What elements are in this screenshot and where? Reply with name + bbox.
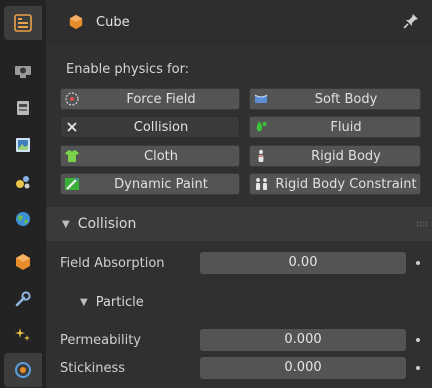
permeability-field[interactable]: 0.000	[200, 329, 406, 351]
tab-tool[interactable]	[4, 6, 42, 40]
keyframe-dot-icon[interactable]	[416, 338, 420, 342]
collapse-triangle-icon: ▼	[80, 296, 88, 308]
soft-body-icon	[254, 94, 268, 103]
enable-physics-label: Enable physics for:	[66, 62, 190, 77]
tab-output[interactable]	[4, 91, 42, 125]
force-field-button[interactable]: Force Field	[60, 88, 240, 110]
remove-x-icon	[67, 122, 77, 132]
tab-world[interactable]	[4, 202, 42, 236]
rigid-body-constraint-icon	[255, 178, 268, 190]
tab-physics[interactable]	[4, 353, 42, 387]
keyframe-dot-icon[interactable]	[416, 366, 420, 370]
object-cube-icon	[16, 254, 30, 270]
tab-object[interactable]	[4, 245, 42, 279]
output-icon	[17, 101, 29, 115]
editor-type-icon	[14, 14, 32, 32]
soft-body-button[interactable]: Soft Body	[249, 88, 421, 110]
field-absorption-label: Field Absorption	[60, 255, 165, 271]
cloth-shirt-icon	[65, 150, 79, 162]
permeability-row: Permeability 0.000	[46, 327, 432, 353]
cloth-button[interactable]: Cloth	[60, 145, 240, 167]
panel-header: Cube	[46, 0, 432, 44]
collision-section-title: Collision	[77, 216, 137, 232]
field-absorption-field[interactable]: 0.00	[200, 252, 406, 274]
view-layer-icon	[16, 138, 30, 152]
dynamic-paint-brush-icon	[65, 178, 79, 190]
pin-icon[interactable]	[402, 12, 420, 30]
force-field-icon	[65, 92, 79, 106]
object-cube-icon	[69, 14, 83, 30]
rigid-body-constraint-button[interactable]: Rigid Body Constraint	[249, 173, 421, 195]
object-name: Cube	[96, 14, 130, 30]
particle-subsection-title: Particle	[95, 294, 144, 310]
rigid-body-button[interactable]: Rigid Body	[249, 145, 421, 167]
fluid-button[interactable]: Fluid	[249, 116, 421, 138]
particle-subsection-header[interactable]: ▼ Particle	[46, 285, 432, 319]
drag-handle-icon[interactable]	[416, 221, 428, 227]
stickiness-row: Stickiness 0.000	[46, 355, 432, 381]
tab-particles[interactable]	[4, 318, 42, 352]
collision-button[interactable]: Collision	[60, 116, 240, 138]
tab-view-layer[interactable]	[4, 128, 42, 162]
collapse-triangle-icon: ▼	[62, 218, 70, 230]
physics-properties-panel: Cube Enable physics for: Force Field Sof…	[46, 0, 432, 388]
tab-scene[interactable]	[4, 165, 42, 199]
permeability-label: Permeability	[60, 332, 141, 348]
dynamic-paint-button[interactable]: Dynamic Paint	[60, 173, 240, 195]
particles-icon	[15, 328, 30, 341]
tab-render[interactable]	[4, 54, 42, 88]
properties-tab-strip	[0, 0, 46, 388]
tab-modifiers[interactable]	[4, 282, 42, 316]
render-icon	[15, 66, 31, 78]
rigid-body-pin-icon	[258, 149, 264, 162]
fluid-icon	[256, 121, 267, 132]
stickiness-label: Stickiness	[60, 360, 126, 376]
stickiness-field[interactable]: 0.000	[200, 357, 406, 379]
keyframe-dot-icon[interactable]	[416, 261, 420, 265]
scene-icon	[16, 176, 30, 189]
field-absorption-row: Field Absorption 0.00	[46, 250, 432, 276]
physics-icon	[15, 362, 31, 378]
world-icon	[16, 212, 30, 226]
wrench-icon	[15, 291, 31, 307]
collision-section-header[interactable]: ▼ Collision	[46, 207, 432, 241]
